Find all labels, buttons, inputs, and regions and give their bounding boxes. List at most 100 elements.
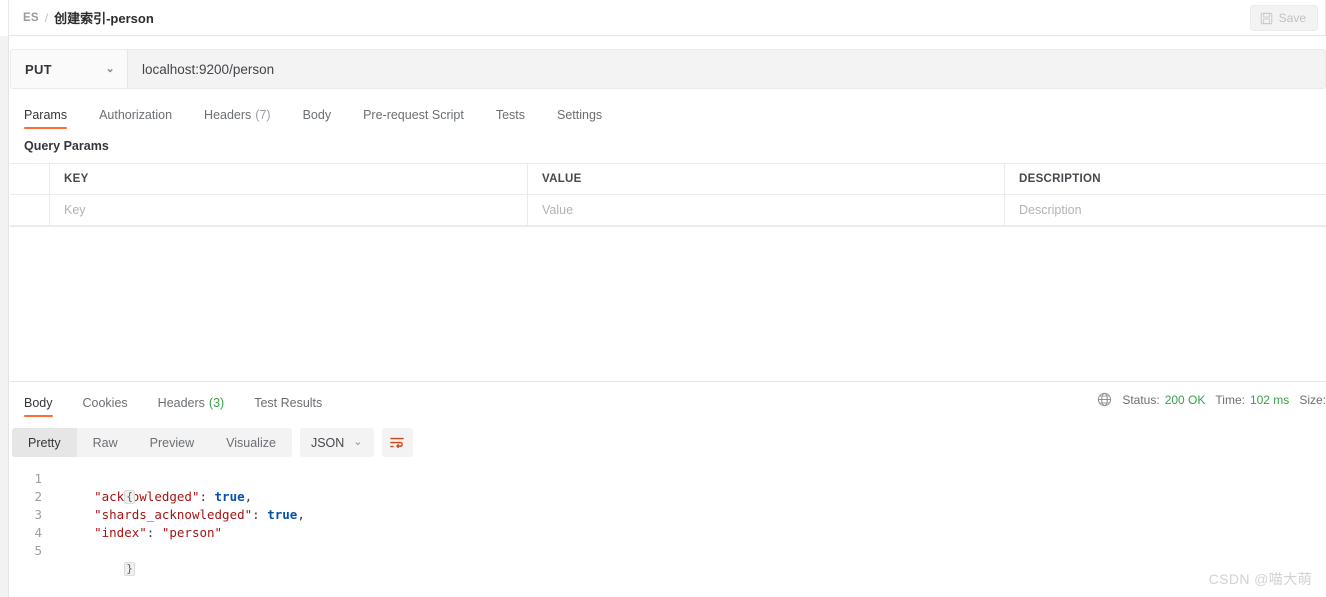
view-mode-preview-label: Preview bbox=[149, 435, 195, 450]
code-line: "acknowledged": true, bbox=[64, 488, 305, 506]
json-key: "acknowledged" bbox=[94, 489, 200, 504]
sidebar-strip-top bbox=[0, 0, 9, 36]
chevron-down-icon: ⌄ bbox=[105, 62, 115, 75]
breadcrumb-root[interactable]: ES bbox=[23, 12, 39, 24]
http-method-dropdown[interactable]: PUT ⌄ bbox=[10, 49, 127, 89]
query-params-table: KEY VALUE DESCRIPTION Key Value Descript… bbox=[10, 163, 1326, 227]
tab-authorization[interactable]: Authorization bbox=[83, 100, 188, 129]
tab-pre-request-script-label: Pre-request Script bbox=[363, 107, 464, 122]
response-tab-cookies[interactable]: Cookies bbox=[68, 389, 143, 417]
breadcrumb-current: 创建索引-person bbox=[54, 11, 154, 26]
response-divider bbox=[10, 381, 1326, 382]
request-header-bar: ES / 创建索引-person bbox=[9, 0, 1326, 36]
row-checkbox-cell[interactable] bbox=[10, 195, 50, 225]
query-params-label: Query Params bbox=[24, 139, 109, 153]
view-mode-pretty[interactable]: Pretty bbox=[12, 428, 77, 457]
tab-settings-label: Settings bbox=[557, 107, 603, 122]
status-value: 200 OK bbox=[1164, 392, 1206, 407]
tab-body[interactable]: Body bbox=[287, 100, 348, 129]
json-comma: , bbox=[297, 507, 305, 522]
code-line: "shards_acknowledged": true, bbox=[64, 506, 305, 524]
tab-body-label: Body bbox=[302, 107, 332, 122]
param-key-input[interactable]: Key bbox=[50, 195, 528, 225]
tab-headers[interactable]: Headers (7) bbox=[188, 100, 287, 129]
tab-tests[interactable]: Tests bbox=[480, 100, 541, 129]
url-input[interactable]: localhost:9200/person bbox=[127, 49, 1326, 89]
chevron-down-icon: ⌄ bbox=[353, 436, 363, 448]
size-label: Size: bbox=[1299, 392, 1326, 407]
json-string-value: "person" bbox=[161, 525, 223, 540]
json-comma: , bbox=[244, 489, 253, 504]
tab-settings[interactable]: Settings bbox=[541, 100, 618, 129]
word-wrap-button[interactable] bbox=[381, 428, 413, 457]
column-header-description: DESCRIPTION bbox=[1019, 173, 1101, 185]
line-number: 1 bbox=[34, 471, 42, 486]
response-view-toolbar: Pretty Raw Preview Visualize JSON ⌄ bbox=[12, 428, 413, 457]
view-mode-raw[interactable]: Raw bbox=[77, 428, 134, 457]
view-mode-visualize-label: Visualize bbox=[226, 435, 276, 450]
floppy-disk-icon bbox=[1260, 12, 1272, 24]
table-row[interactable]: Key Value Description bbox=[10, 195, 1326, 226]
param-value-input[interactable]: Value bbox=[528, 195, 1005, 225]
request-tabs: Params Authorization Headers (7) Body Pr… bbox=[10, 100, 1326, 129]
time-value: 102 ms bbox=[1249, 392, 1290, 407]
response-tab-test-results-label: Test Results bbox=[254, 396, 323, 410]
breadcrumb-separator: / bbox=[44, 10, 49, 25]
view-mode-raw-label: Raw bbox=[92, 435, 118, 450]
line-number: 4 bbox=[34, 525, 42, 540]
tab-pre-request-script[interactable]: Pre-request Script bbox=[347, 100, 480, 129]
response-format-dropdown[interactable]: JSON ⌄ bbox=[299, 428, 374, 457]
response-tab-body[interactable]: Body bbox=[10, 389, 68, 417]
save-button[interactable]: Save bbox=[1249, 5, 1318, 31]
tab-tests-label: Tests bbox=[495, 107, 525, 122]
response-tab-test-results[interactable]: Test Results bbox=[239, 389, 337, 417]
save-button-label: Save bbox=[1278, 11, 1306, 25]
line-number-gutter: 1 2 3 4 5 bbox=[10, 468, 48, 597]
column-header-key: KEY bbox=[50, 164, 528, 194]
response-body-viewer[interactable]: 1 2 3 4 5 { "acknowledged": true, "shard… bbox=[10, 468, 1326, 597]
response-tab-headers-label: Headers bbox=[157, 396, 205, 410]
breadcrumb: ES / 创建索引-person bbox=[23, 8, 154, 27]
json-key: "index" bbox=[94, 525, 147, 540]
header-checkbox-cell bbox=[10, 164, 50, 194]
tab-params[interactable]: Params bbox=[10, 100, 83, 129]
json-brace-close[interactable]: } bbox=[124, 562, 135, 576]
view-mode-visualize[interactable]: Visualize bbox=[210, 428, 292, 457]
url-bar: PUT ⌄ localhost:9200/person bbox=[10, 49, 1326, 89]
code-line: } bbox=[64, 542, 305, 576]
json-boolean: true bbox=[267, 507, 298, 522]
view-mode-preview[interactable]: Preview bbox=[134, 428, 210, 457]
url-value: localhost:9200/person bbox=[142, 61, 275, 77]
table-header-row: KEY VALUE DESCRIPTION bbox=[10, 164, 1326, 195]
response-tab-body-label: Body bbox=[24, 396, 53, 410]
watermark: CSDN @喵大萌 bbox=[1208, 571, 1312, 587]
word-wrap-icon bbox=[390, 437, 404, 448]
globe-icon[interactable] bbox=[1097, 392, 1112, 407]
json-brace-open[interactable]: { bbox=[124, 490, 135, 504]
param-description-input[interactable]: Description bbox=[1005, 195, 1326, 225]
json-punct: : bbox=[252, 507, 268, 522]
line-number: 3 bbox=[34, 507, 42, 522]
sidebar-collapsed-strip[interactable] bbox=[0, 0, 9, 597]
response-status-strip: Status: 200 OK Time: 102 ms Size: bbox=[1097, 392, 1326, 407]
json-key: "shards_acknowledged" bbox=[94, 507, 253, 522]
tab-headers-count: (7) bbox=[255, 107, 271, 122]
time-label: Time: bbox=[1215, 392, 1245, 407]
params-empty-area bbox=[10, 227, 1326, 382]
json-punct: : bbox=[199, 489, 215, 504]
view-mode-pretty-label: Pretty bbox=[28, 435, 61, 450]
response-tab-headers[interactable]: Headers (3) bbox=[143, 389, 240, 417]
tab-authorization-label: Authorization bbox=[99, 107, 173, 122]
response-tab-headers-count: (3) bbox=[208, 396, 225, 410]
column-header-value: VALUE bbox=[528, 164, 1005, 194]
code-line: "index": "person" bbox=[64, 524, 305, 542]
response-tab-cookies-label: Cookies bbox=[82, 396, 128, 410]
code-lines: { "acknowledged": true, "shards_acknowle… bbox=[48, 468, 305, 597]
tab-params-label: Params bbox=[24, 107, 68, 122]
json-boolean: true bbox=[214, 489, 245, 504]
view-mode-segmented-control: Pretty Raw Preview Visualize bbox=[12, 428, 292, 457]
response-format-value: JSON bbox=[310, 435, 345, 450]
json-punct: : bbox=[146, 525, 162, 540]
response-tabs: Body Cookies Headers (3) Test Results bbox=[10, 389, 337, 417]
line-number: 2 bbox=[34, 489, 42, 504]
